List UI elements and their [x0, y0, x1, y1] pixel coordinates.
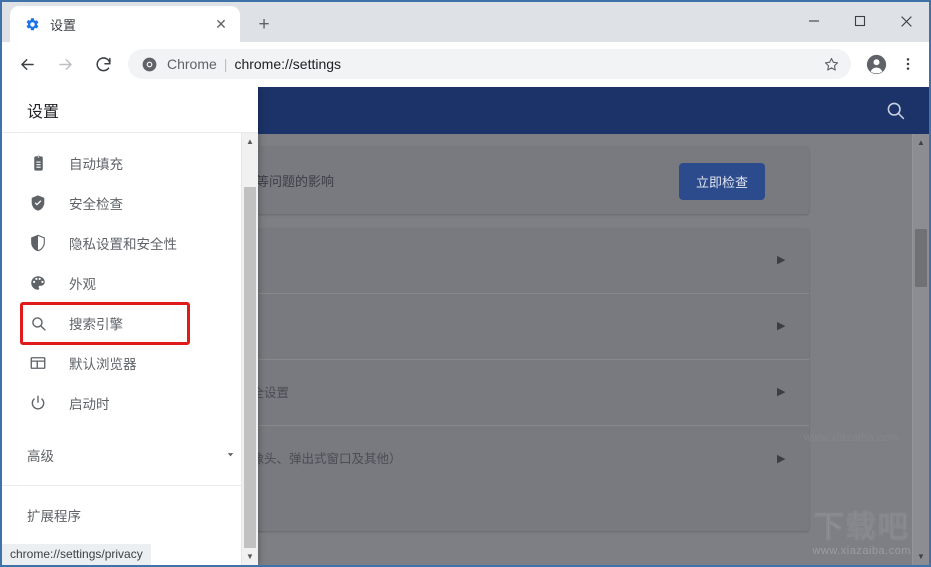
- status-bubble: chrome://settings/privacy: [2, 544, 151, 565]
- scroll-up-icon[interactable]: ▲: [913, 134, 929, 151]
- sidebar-item-privacy-and-security[interactable]: 隐私设置和安全性: [2, 223, 258, 263]
- star-icon[interactable]: [817, 50, 845, 78]
- watermark-url: www.xiazaiba.com: [812, 545, 911, 557]
- window-controls: [791, 2, 929, 40]
- settings-nav-list: 自动填充 安全检查 隐私设置和安全性 外观 搜索引擎 默认浏览器 启动时 高级 …: [2, 133, 258, 565]
- watermark-side: www.xiazaiba.com: [803, 432, 899, 444]
- sidebar-item-label: 隐私设置和安全性: [69, 237, 177, 252]
- sidebar-item-label: 默认浏览器: [69, 357, 137, 372]
- divider: [2, 485, 258, 486]
- chevron-down-icon: [225, 449, 236, 462]
- sidebar-item-label: 高级: [27, 449, 54, 464]
- three-dots-icon[interactable]: [893, 49, 923, 79]
- sidebar-item-label: 自动填充: [69, 157, 123, 172]
- sidebar-item-search-engine[interactable]: 搜索引擎: [2, 303, 258, 343]
- avatar-icon[interactable]: [861, 49, 891, 79]
- sidebar-item-label: 启动时: [69, 397, 110, 412]
- clipboard-icon: [27, 152, 49, 174]
- page-title: 设置: [2, 87, 258, 133]
- sidebar-item-extensions[interactable]: 扩展程序: [2, 495, 258, 535]
- scrollbar-thumb[interactable]: [915, 229, 927, 287]
- tab-settings[interactable]: 设置 ✕: [10, 6, 240, 42]
- new-tab-button[interactable]: +: [250, 10, 278, 38]
- chrome-icon: [140, 55, 158, 73]
- sidebar-item-label: 外观: [69, 277, 96, 292]
- omnibox-scheme: Chrome: [167, 56, 217, 72]
- scroll-down-icon[interactable]: ▼: [913, 548, 929, 565]
- minimize-button[interactable]: [791, 2, 837, 40]
- watermark-title: 下载吧: [813, 511, 910, 544]
- page-scrollbar[interactable]: ▲ ▼: [912, 134, 929, 565]
- sidebar-item-autofill[interactable]: 自动填充: [2, 143, 258, 183]
- settings-drawer: 设置 自动填充 安全检查 隐私设置和安全性 外观 搜索引擎 默认浏览器 启动时 …: [2, 87, 258, 565]
- sidebar-item-label: 扩展程序: [27, 509, 81, 524]
- shield-check-icon: [27, 192, 49, 214]
- omnibox-actions: [817, 50, 845, 78]
- chevron-right-icon: ▶: [777, 452, 786, 465]
- sidebar-item-appearance[interactable]: 外观: [2, 263, 258, 303]
- close-button[interactable]: [883, 2, 929, 40]
- chevron-right-icon: ▶: [777, 254, 786, 266]
- reload-icon[interactable]: [87, 48, 119, 80]
- scrollbar-thumb[interactable]: [244, 187, 256, 548]
- check-now-button[interactable]: 立即检查: [678, 163, 765, 200]
- tab-title: 设置: [50, 17, 77, 33]
- page-viewport: 于保护您免受数据泄露、不良扩展程序等问题的影响 立即检查 据 、Cookie、缓…: [2, 87, 929, 565]
- sidebar-item-default-browser[interactable]: 默认浏览器: [2, 343, 258, 383]
- scroll-down-icon[interactable]: ▼: [242, 548, 258, 565]
- sidebar-item-safety-check[interactable]: 安全检查: [2, 183, 258, 223]
- maximize-button[interactable]: [837, 2, 883, 40]
- sidebar-item-label: 搜索引擎: [69, 317, 123, 332]
- sidebar-item-on-startup[interactable]: 启动时: [2, 383, 258, 423]
- sidebar-item-label: 安全检查: [69, 197, 123, 212]
- drawer-scrollbar[interactable]: ▲ ▼: [241, 133, 258, 565]
- omnibox-url: chrome://settings: [234, 56, 342, 72]
- power-icon: [27, 392, 49, 414]
- close-icon[interactable]: ✕: [212, 15, 230, 33]
- back-icon[interactable]: [11, 48, 43, 80]
- chevron-right-icon: ▶: [777, 386, 786, 398]
- search-icon[interactable]: [883, 98, 907, 122]
- forward-icon[interactable]: [49, 48, 81, 80]
- palette-icon: [27, 272, 49, 294]
- browser-window-icon: [27, 352, 49, 374]
- watermark-logo: 下载吧 www.xiazaiba.com: [812, 511, 911, 557]
- shield-half-icon: [27, 232, 49, 254]
- address-bar[interactable]: Chrome | chrome://settings: [128, 49, 851, 79]
- browser-toolbar: Chrome | chrome://settings: [2, 42, 929, 87]
- scroll-up-icon[interactable]: ▲: [242, 133, 258, 150]
- tab-strip: 设置 ✕ +: [2, 2, 929, 42]
- search-icon: [27, 312, 49, 334]
- sidebar-item-advanced[interactable]: 高级: [2, 435, 258, 475]
- omnibox-separator: |: [223, 56, 228, 72]
- gear-icon: [24, 16, 40, 32]
- browser-window: 设置 ✕ + Chrome | chrome://settings 立即检查 ▶…: [0, 0, 931, 567]
- chevron-right-icon: ▶: [777, 320, 786, 332]
